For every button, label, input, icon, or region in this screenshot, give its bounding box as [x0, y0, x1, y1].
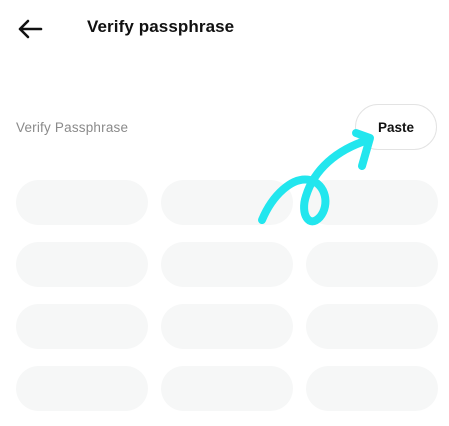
word-slot-7[interactable]	[16, 304, 148, 349]
passphrase-word-grid	[16, 180, 439, 411]
word-slot-10[interactable]	[16, 366, 148, 411]
word-slot-8[interactable]	[161, 304, 293, 349]
word-slot-6[interactable]	[306, 242, 438, 287]
arrow-left-icon	[18, 19, 43, 39]
app-header: Verify passphrase	[0, 0, 449, 56]
word-slot-4[interactable]	[16, 242, 148, 287]
word-slot-2[interactable]	[161, 180, 293, 225]
word-slot-12[interactable]	[306, 366, 438, 411]
verify-passphrase-label: Verify Passphrase	[16, 120, 129, 135]
word-slot-1[interactable]	[16, 180, 148, 225]
page-title: Verify passphrase	[87, 17, 235, 36]
word-slot-11[interactable]	[161, 366, 293, 411]
back-button[interactable]	[14, 13, 46, 45]
word-slot-5[interactable]	[161, 242, 293, 287]
paste-button[interactable]: Paste	[355, 104, 437, 150]
word-slot-9[interactable]	[306, 304, 438, 349]
word-slot-3[interactable]	[306, 180, 438, 225]
